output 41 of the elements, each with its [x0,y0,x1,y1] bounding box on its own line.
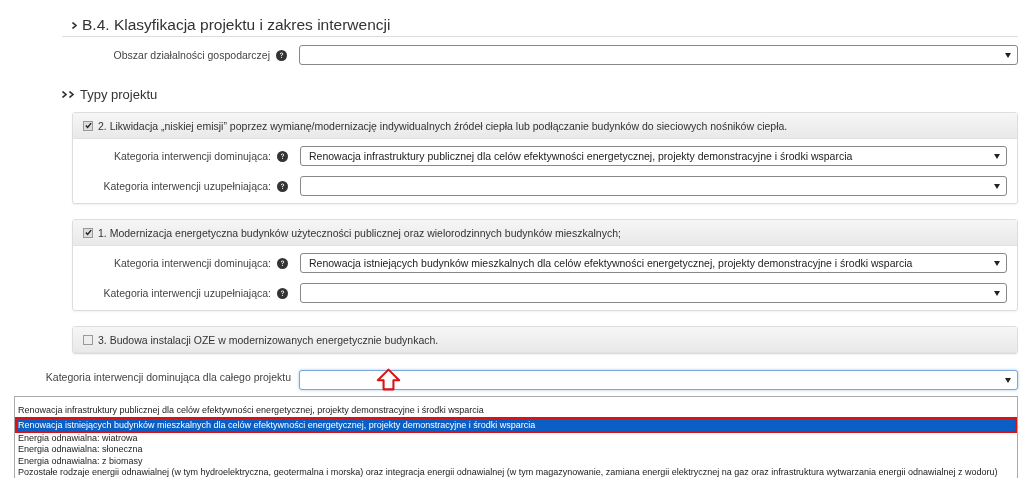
project-type-label: 2. Likwidacja „niskiej emisji” poprzez wymianę/modernizację indywidualnych źródeł ciepła lub podłączanie budynków do sieciowych nośników ciepła. [98,119,788,132]
help-icon[interactable] [277,180,288,192]
caret-icon [1005,377,1011,383]
select-field[interactable] [300,176,1007,196]
dropdown-option[interactable]: Energia odnawialna: wiatrowa [15,432,1017,444]
select-field[interactable]: Renowacja infrastruktury publicznej dla celów efektywności energetycznej, projekty demonstracyjne i środki wsparcia [300,146,1007,166]
field-label: Obszar działalności gospodarczej [113,49,270,61]
help-icon[interactable] [277,287,288,299]
dropdown-option[interactable]: Renowacja infrastruktury publicznej dla celów efektywności energetycznej, projekty demonstracyjne i środki wsparcia [15,405,1017,417]
up-arrow-icon [376,368,401,391]
select-field[interactable] [299,370,1018,390]
caret-icon [994,260,1000,266]
select-field[interactable] [300,283,1007,303]
checkbox[interactable] [83,120,93,131]
field-label: Kategoria interwencji dominująca: [114,150,271,162]
checkbox[interactable] [83,227,93,238]
field-label: Kategoria interwencji dominująca dla całego projektu [45,371,291,383]
chevron-icon [72,21,77,29]
caret-icon [994,153,1000,159]
select-value: Renowacja istniejących budynków mieszkalnych dla celów efektywności energetycznej, projekty demonstracyjne i środki wsparcia [309,257,914,269]
project-type-label: 3. Budowa instalacji OZE w modernizowanych energetycznie budynkach. [98,333,439,346]
help-icon[interactable] [276,49,287,61]
project-type-label: 1. Modernizacja energetyczna budynków użyteczności publicznej oraz wielorodzinnych budynków mieszkalnych; [98,226,621,239]
caret-icon [994,290,1000,296]
dropdown-option[interactable]: Pozostałe rodzaje energii odnawialnej (w tym hydroelektryczna, geotermalna i morska) oraz integracja energii odnawialnej (w tym magazynowanie, zamiana energii elektrycznej na gaz oraz infrastruktura wytwarzania energii odnawialnej z wodoru) [15,467,1017,478]
help-icon[interactable] [277,257,288,269]
checkbox[interactable] [83,334,93,345]
help-icon[interactable] [277,150,288,162]
select-field[interactable] [299,45,1018,65]
caret-icon [1005,52,1011,58]
select-value: Renowacja infrastruktury publicznej dla celów efektywności energetycznej, projekty demonstracyjne i środki wsparcia [309,150,854,162]
subsection-title: Typy projektu [80,87,158,102]
dropdown-option[interactable]: Renowacja istniejących budynków mieszkalnych dla celów efektywności energetycznej, projekty demonstracyjne i środki wsparcia [15,416,1017,433]
select-field[interactable]: Renowacja istniejących budynków mieszkalnych dla celów efektywności energetycznej, projekty demonstracyjne i środki wsparcia [300,253,1007,273]
dropdown-option[interactable]: Energia odnawialna: słoneczna [15,444,1017,456]
field-label: Kategoria interwencji uzupełniająca: [103,287,271,299]
field-label: Kategoria interwencji dominująca: [114,257,271,269]
caret-icon [994,183,1000,189]
field-label: Kategoria interwencji uzupełniająca: [103,180,271,192]
dropdown-option[interactable]: Energia odnawialna: z biomasy [15,455,1017,467]
section-title: B.4. Klasyfikacja projektu i zakres interwencji [82,16,391,34]
